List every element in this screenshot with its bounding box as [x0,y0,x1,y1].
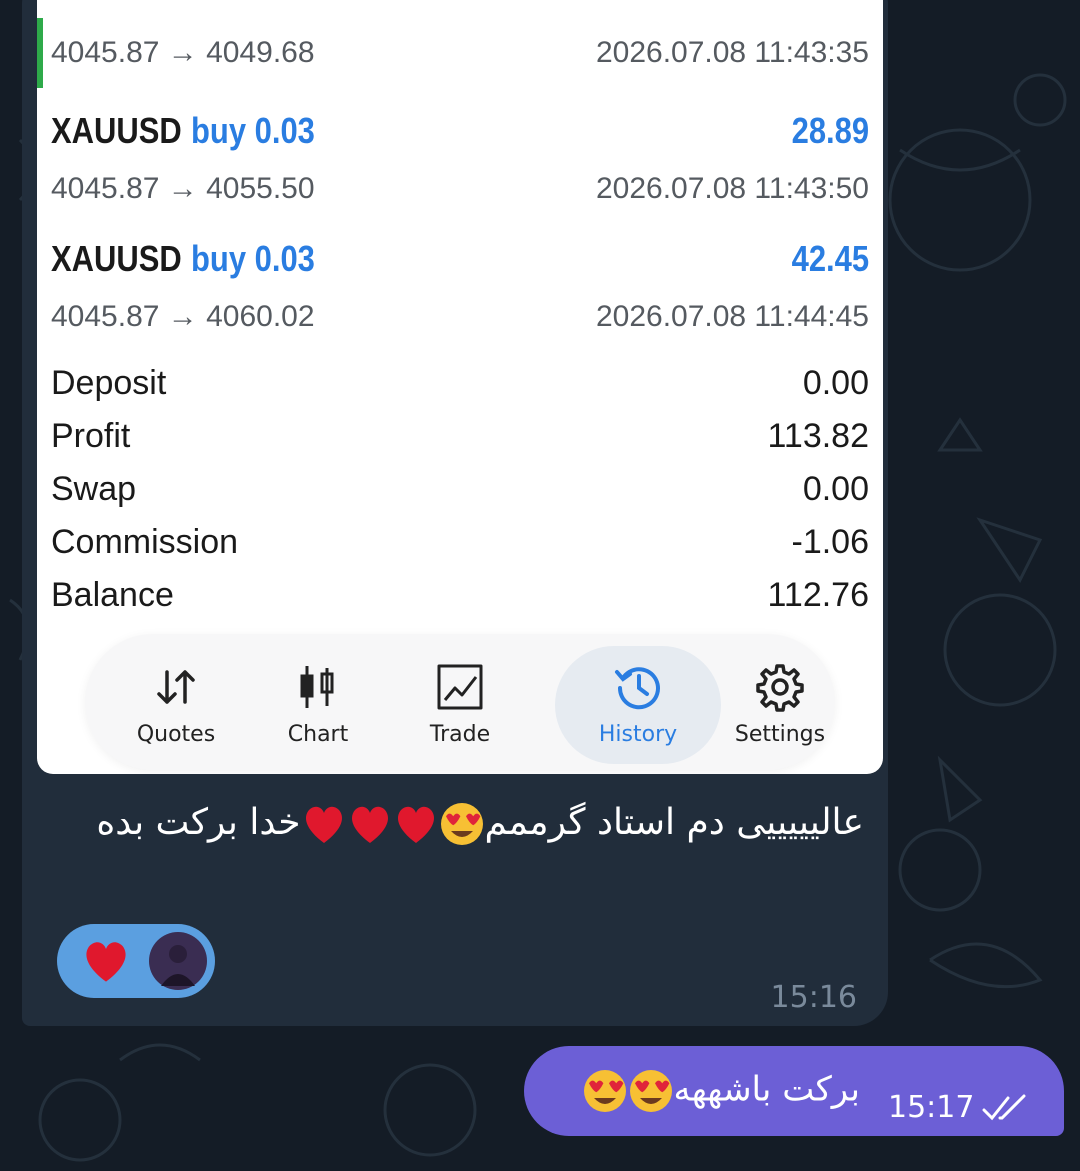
red-heart-emoji-icon [397,806,434,843]
message-time: 15:17 [888,1090,975,1125]
summary-value: -1.06 [791,523,870,561]
message-text-part: برکت باشههه [673,1069,861,1110]
summary-value: 112.76 [767,576,869,614]
account-summary: Deposit 0.00 Profit 113.82 Swap 0.00 Com… [51,360,869,625]
heart-eyes-emoji-icon [583,1070,626,1112]
summary-row-deposit: Deposit 0.00 [51,360,869,413]
summary-row-swap: Swap 0.00 [51,466,869,519]
trade-time: 2026.07.08 11:44:45 [595,300,869,333]
message-time: 15:16 [770,980,857,1015]
candlestick-icon [300,666,334,708]
history-clock-icon [615,667,660,710]
heart-eyes-emoji-icon [629,1070,672,1112]
double-check-icon [982,1094,1026,1121]
summary-label: Swap [51,470,137,508]
red-heart-emoji-icon [305,806,342,843]
bottom-tab-bar: Quotes Chart Trade History Settings [85,634,835,770]
trade-chart-icon [437,664,483,710]
tab-label: Settings [734,722,826,747]
trade-symbol: XAUUSD [51,238,182,279]
trade-row: XAUUSD buy 0.03 42.45 4045.87 → 4060.02 … [51,238,869,358]
trade-symbol: XAUUSD [51,110,182,151]
trade-time: 2026.07.08 11:43:35 [595,36,869,69]
trade-profit: 28.89 [791,110,869,151]
summary-value: 113.82 [767,417,869,455]
trade-row: XAUUSD buy 0.03 28.89 4045.87 → 4055.50 … [51,110,869,230]
summary-label: Commission [51,523,239,561]
trade-row-accent [37,18,43,88]
tab-chart[interactable]: Chart [243,634,393,770]
trade-time: 2026.07.08 11:43:50 [595,172,869,205]
trade-side: buy 0.03 [191,110,315,151]
tab-label: Trade [429,722,491,747]
reaction-pill[interactable] [57,924,215,998]
tab-settings[interactable]: Settings [705,634,855,770]
summary-value: 0.00 [802,364,869,402]
tab-trade[interactable]: Trade [385,634,535,770]
gear-icon [756,664,804,712]
trade-prices: 4045.87 → 4049.68 [51,36,315,69]
trade-profit: 42.45 [791,238,869,279]
trade-prices: 4045.87 → 4055.50 [51,172,315,205]
summary-label: Balance [51,576,174,614]
message-text-part: خدا برکت بده [96,802,301,843]
summary-label: Deposit [51,364,167,402]
message-text-part: عالیییییی دم استاد گرممم [484,802,864,843]
heart-eyes-emoji-icon [440,803,483,845]
summary-row-balance: Balance 112.76 [51,572,869,625]
tab-quotes[interactable]: Quotes [101,634,251,770]
red-heart-emoji-icon [351,806,388,843]
summary-label: Profit [51,417,131,455]
trade-row-partial: 4045.87 → 4049.68 2026.07.08 11:43:35 [51,0,869,90]
avatar[interactable] [149,932,207,990]
summary-value: 0.00 [802,470,869,508]
summary-row-profit: Profit 113.82 [51,413,869,466]
tab-label: Chart [287,722,349,747]
summary-row-commission: Commission -1.06 [51,519,869,572]
tab-label: History [598,722,678,747]
tab-history[interactable]: History [555,634,721,770]
trade-prices: 4045.87 → 4060.02 [51,300,315,333]
shared-trading-screenshot[interactable]: 4045.87 → 4049.68 2026.07.08 11:43:35 XA… [37,0,883,774]
tab-label: Quotes [136,722,216,747]
trade-side: buy 0.03 [191,238,315,279]
outgoing-message-text: برکت باشههه [582,1068,861,1114]
quotes-arrows-icon [157,670,195,704]
incoming-message-text: عالیییییی دم استاد گرممم خدا برکت بده [60,796,864,850]
heart-reaction-icon [86,942,126,982]
